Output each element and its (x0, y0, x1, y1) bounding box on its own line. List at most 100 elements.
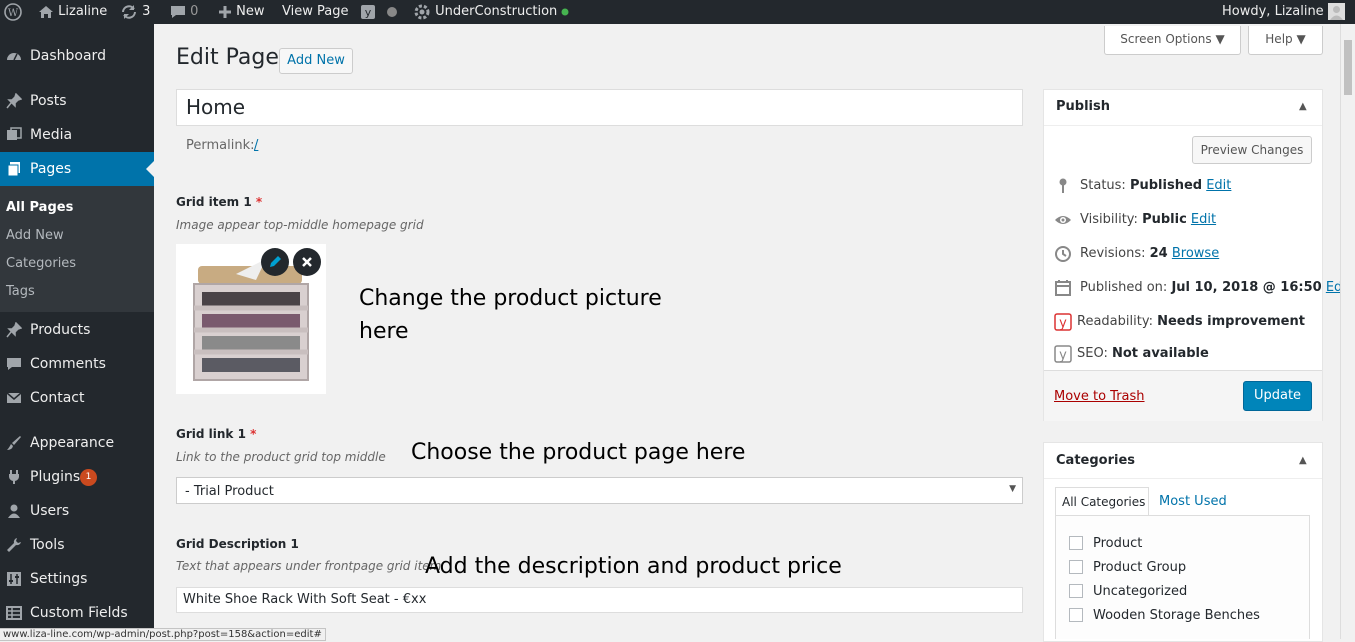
sidebar-item-pages[interactable]: Pages (0, 152, 154, 186)
howdy-text: Howdy, Lizaline (1222, 4, 1324, 19)
updates-link[interactable]: 3 (120, 0, 150, 24)
grid-description-input[interactable]: White Shoe Rack With Soft Seat - €xx (176, 587, 1023, 613)
pencil-icon (270, 256, 281, 267)
visibility-row: Visibility: Public Edit (1080, 212, 1217, 227)
under-construction-link[interactable]: UnderConstruction (413, 0, 569, 24)
user-icon (8, 504, 20, 518)
collapse-arrow-icon[interactable]: ▲ (1299, 455, 1307, 466)
submenu-add-new[interactable]: Add New (6, 228, 64, 243)
revisions-row: Revisions: 24 Browse (1080, 246, 1220, 261)
scrollbar[interactable] (1340, 24, 1355, 639)
category-label: Product (1093, 536, 1143, 551)
comments-link[interactable]: 0 (170, 0, 198, 24)
annotation-picture-line1: Change the product picture (359, 286, 662, 311)
sidebar-item-users[interactable]: Users (0, 494, 154, 528)
submenu-all-pages[interactable]: All Pages (6, 200, 73, 215)
category-checkbox[interactable] (1069, 608, 1083, 622)
sidebar-item-comments[interactable]: Comments (0, 347, 154, 381)
add-new-button[interactable]: Add New (279, 48, 353, 74)
wrench-icon (7, 538, 21, 552)
sidebar-item-posts[interactable]: Posts (0, 84, 154, 118)
scrollbar-thumb[interactable] (1344, 40, 1352, 95)
status-value: Published (1129, 178, 1203, 193)
edit-image-button[interactable] (261, 248, 289, 276)
help-button[interactable]: Help ▼ (1248, 26, 1323, 55)
seo-row: SEO: Not available (1077, 346, 1209, 361)
sidebar-item-label: Products (30, 322, 91, 338)
sidebar-item-label: Tools (30, 537, 65, 553)
new-content-link[interactable]: New (218, 0, 265, 24)
history-icon (1055, 246, 1071, 262)
sidebar-item-contact[interactable]: Contact (0, 381, 154, 415)
sidebar-item-plugins[interactable]: Plugins 1 (0, 460, 154, 494)
category-label: Product Group (1093, 560, 1187, 575)
avatar (1327, 3, 1345, 20)
preview-changes-button[interactable]: Preview Changes (1192, 136, 1312, 164)
permalink-label: Permalink: (186, 138, 255, 153)
admin-bar: W Lizaline 3 0 New View Page y UnderCons… (0, 0, 1355, 24)
visibility-edit-link[interactable]: Edit (1191, 212, 1216, 227)
categories-title: Categories (1056, 453, 1136, 468)
collapse-arrow-icon[interactable]: ▲ (1299, 101, 1307, 112)
sidebar-item-dashboard[interactable]: Dashboard (0, 39, 154, 73)
sidebar-item-appearance[interactable]: Appearance (0, 426, 154, 460)
sidebar-item-tools[interactable]: Tools (0, 528, 154, 562)
remove-image-button[interactable] (293, 248, 321, 276)
visibility-value: Public (1142, 212, 1187, 227)
plug-icon (9, 470, 19, 484)
site-name: Lizaline (58, 4, 108, 19)
sidebar-item-label: Comments (30, 356, 106, 372)
update-button[interactable]: Update (1243, 381, 1312, 411)
seo-value: Not available (1112, 346, 1209, 361)
submenu-categories[interactable]: Categories (6, 256, 76, 271)
svg-text:y: y (365, 6, 372, 19)
online-dot-icon (561, 8, 569, 15)
sidebar-item-settings[interactable]: Settings (0, 562, 154, 596)
sidebar-item-custom-fields[interactable]: Custom Fields (0, 596, 154, 630)
svg-text:y: y (1059, 348, 1067, 363)
screen-options-label: Screen Options (1120, 32, 1212, 46)
dashboard-icon (7, 53, 21, 61)
sidebar-item-label: Custom Fields (30, 605, 128, 621)
status-bar-url: www.liza-line.com/wp-admin/post.php?post… (0, 628, 326, 641)
tab-all-categories[interactable]: All Categories (1055, 487, 1149, 516)
category-checkbox[interactable] (1069, 584, 1083, 598)
published-on-row: Published on: Jul 10, 2018 @ 16:50 Edit (1080, 280, 1352, 295)
select-value: - Trial Product (185, 484, 274, 499)
sidebar-item-label: Media (30, 127, 73, 143)
tab-most-used[interactable]: Most Used (1159, 494, 1227, 509)
pages-icon (7, 162, 20, 177)
annotation-picture-line2: here (359, 319, 409, 344)
sidebar-item-label: Contact (30, 390, 85, 406)
status-dot-icon (386, 0, 398, 24)
page-title: Edit Page (176, 45, 279, 70)
yoast-readability-icon: y (1054, 313, 1072, 331)
svg-text:y: y (1059, 316, 1067, 331)
category-checkbox[interactable] (1069, 536, 1083, 550)
yoast-icon[interactable]: y (360, 0, 376, 24)
howdy-account-link[interactable]: Howdy, Lizaline (1222, 0, 1345, 24)
readability-value: Needs improvement (1157, 314, 1305, 329)
sidebar-item-products[interactable]: Products (0, 313, 154, 347)
eye-icon (1055, 216, 1071, 224)
status-edit-link[interactable]: Edit (1206, 178, 1231, 193)
sidebar-item-label: Settings (30, 571, 88, 587)
permalink-link[interactable]: / (254, 138, 258, 153)
plugins-update-badge: 1 (80, 469, 97, 486)
wordpress-logo-icon[interactable]: W (4, 0, 22, 24)
site-home-link[interactable]: Lizaline (38, 0, 107, 24)
move-to-trash-link[interactable]: Move to Trash (1054, 389, 1145, 404)
category-checkbox[interactable] (1069, 560, 1083, 574)
revisions-browse-link[interactable]: Browse (1172, 246, 1219, 261)
submenu-tags[interactable]: Tags (6, 284, 35, 299)
comments-count: 0 (190, 4, 199, 19)
product-page-select[interactable]: - Trial Product ▼ (176, 477, 1023, 504)
chevron-down-icon: ▼ (1009, 484, 1016, 494)
required-marker: * (250, 427, 257, 441)
sidebar-item-label: Appearance (30, 435, 115, 451)
sidebar-item-media[interactable]: Media (0, 118, 154, 152)
screen-options-button[interactable]: Screen Options ▼ (1104, 26, 1241, 55)
publish-title: Publish (1056, 99, 1110, 114)
view-page-link[interactable]: View Page (282, 0, 348, 24)
title-input[interactable]: Home (176, 89, 1023, 126)
